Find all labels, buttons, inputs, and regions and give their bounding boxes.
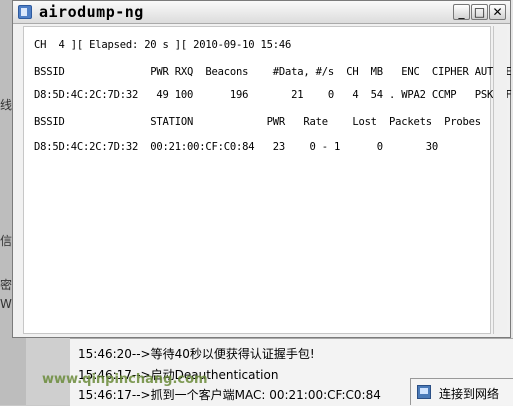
minimize-button[interactable]: _ xyxy=(453,4,470,20)
title-bar[interactable]: airodump-ng _ □ ✕ xyxy=(13,1,510,24)
background-label: 线 xyxy=(0,98,13,112)
status-line: CH 4 ][ Elapsed: 20 s ][ 2010-09-10 15:4… xyxy=(34,39,292,51)
vertical-scrollbar[interactable] xyxy=(493,26,507,334)
close-button[interactable]: ✕ xyxy=(489,4,506,20)
background-label: 密 xyxy=(0,278,13,292)
window-title: airodump-ng xyxy=(39,3,144,21)
network-status-text: 连接到网络 xyxy=(439,387,500,401)
watermark: www.qinpinchang.com xyxy=(42,372,208,387)
background-label: W xyxy=(0,297,12,311)
ap-table-row: D8:5D:4C:2C:7D:32 49 100 196 21 0 4 54 .… xyxy=(34,89,512,101)
airodump-window: airodump-ng _ □ ✕ CH 4 ][ Elapsed: 20 s … xyxy=(12,0,512,338)
station-table-row: D8:5D:4C:2C:7D:32 00:21:00:CF:C0:84 23 0… xyxy=(34,141,439,153)
log-line: 15:46:20-->等待40秒以便获得认证握手包! xyxy=(78,347,315,361)
app-icon xyxy=(18,5,32,19)
log-line: 15:46:17-->抓到一个客户端MAC: 00:21:00:CF:C0:84 xyxy=(78,388,381,402)
network-icon xyxy=(417,385,431,399)
maximize-button[interactable]: □ xyxy=(471,4,488,20)
ap-table-header: BSSID PWR RXQ Beacons #Data, #/s CH MB E… xyxy=(34,66,512,78)
background-label: 信 xyxy=(0,234,13,248)
station-table-header: BSSID STATION PWR Rate Lost Packets Prob… xyxy=(34,116,481,128)
network-tray[interactable]: 连接到网络 xyxy=(410,378,513,405)
terminal-output[interactable]: CH 4 ][ Elapsed: 20 s ][ 2010-09-10 15:4… xyxy=(23,26,512,334)
